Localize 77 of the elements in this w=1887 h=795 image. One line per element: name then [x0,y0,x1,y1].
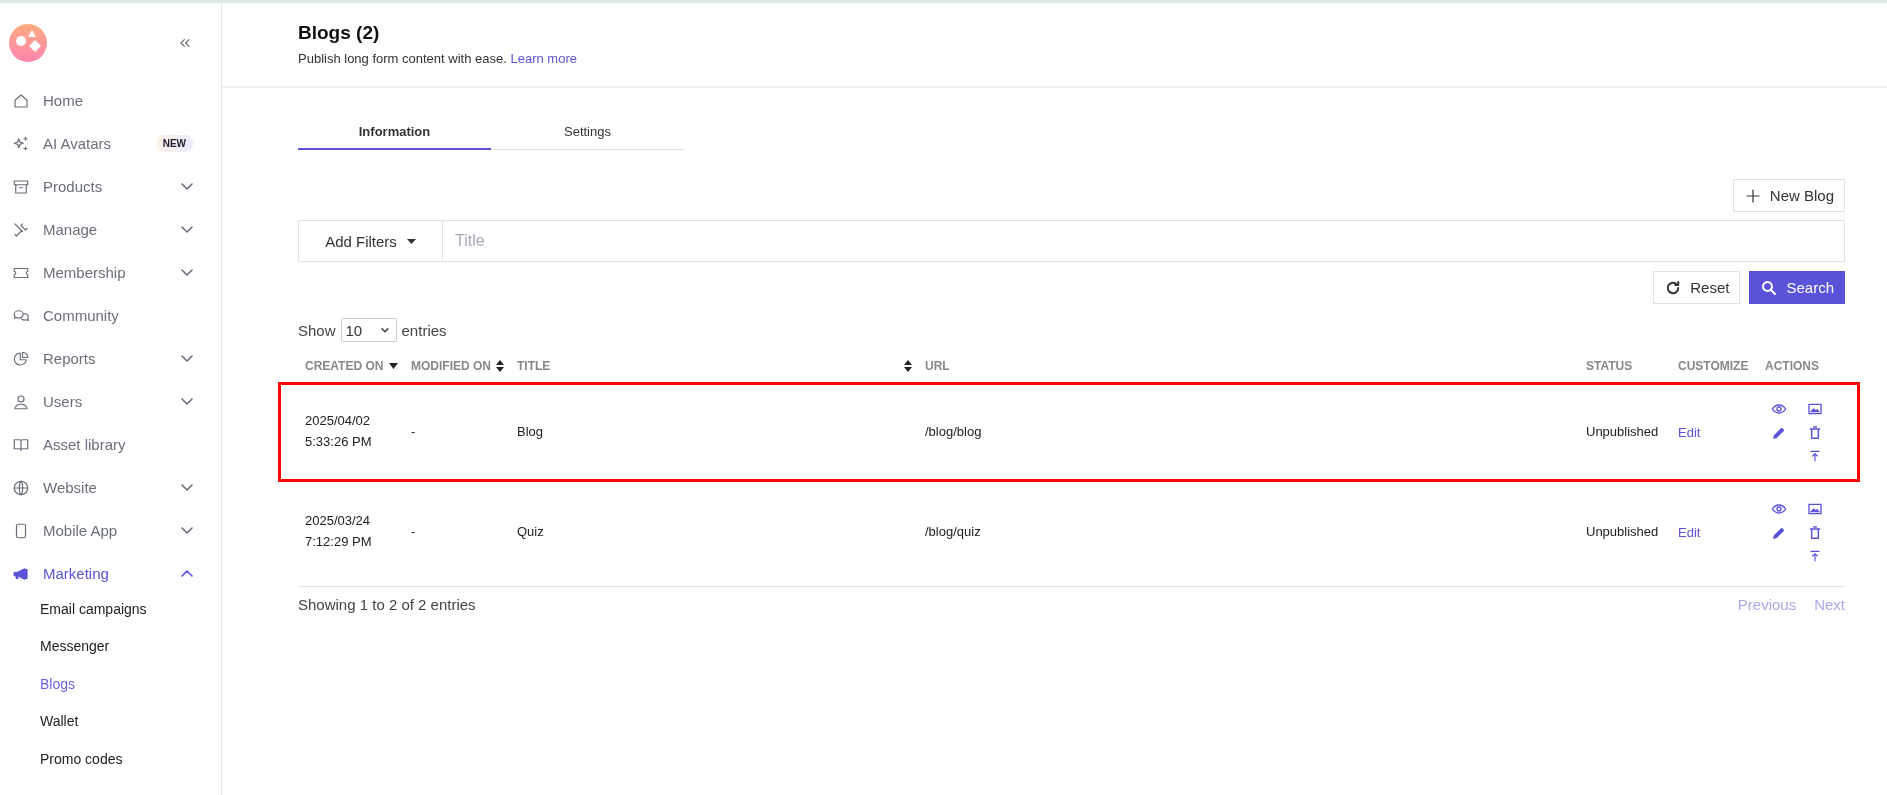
tab[interactable]: Information [298,114,491,150]
sidebar-item[interactable]: AI Avatars NEW [0,122,221,165]
column-header[interactable]: ACTIONS [1765,359,1819,373]
sidebar-subitem[interactable]: Promo codes [0,740,221,778]
page-subtitle: Publish long form content with ease. [298,51,507,66]
table-cell-text: /blog/quiz [924,522,982,541]
chevron-down-icon [181,484,193,491]
table-cell-text: Quiz [516,522,545,541]
sparkle-icon [12,134,30,153]
sort-icon[interactable] [496,360,504,372]
image-icon [1807,501,1823,517]
title-search-field[interactable]: Title [443,220,1845,262]
sort-descending-icon[interactable] [389,363,398,369]
upload-icon [1808,549,1822,563]
image-icon [1807,401,1823,417]
pencil-icon [1771,425,1787,441]
chevron-down-icon [181,355,193,362]
entries-label: entries [401,321,447,339]
edit-link[interactable]: Edit [1671,525,1701,540]
table-cell-text: 2025/03/24 7:12:29 PM [304,512,373,551]
column-header[interactable]: STATUS [1586,359,1633,373]
sidebar-subitem[interactable]: Messenger [0,627,221,665]
eye-icon [1771,501,1787,517]
sidebar-item[interactable]: Home [0,79,221,122]
show-label: Show [298,321,336,339]
chevron-down-icon [181,527,193,534]
sidebar-item[interactable]: Manage [0,208,221,251]
sidebar-item[interactable]: Mobile App [0,509,221,552]
table-cell-text: /blog/blog [924,422,983,441]
column-header[interactable]: TITLE [517,359,551,373]
trash-icon [1807,425,1823,441]
table-cell-text: - [410,422,417,441]
upload-icon [1808,449,1822,463]
sidebar-item[interactable]: Products [0,165,221,208]
column-header[interactable]: URL [925,359,950,373]
chevron-down-icon [181,398,193,405]
sidebar-item[interactable]: Asset library [0,423,221,466]
add-filters-button[interactable]: Add Filters [298,220,443,262]
page-title: Blogs (2) [298,22,381,44]
sidebar-item[interactable]: Community [0,294,221,337]
pie-chart-icon [12,349,30,368]
pencil-icon [1771,525,1787,541]
sidebar-item[interactable]: Users [0,380,221,423]
edit-link[interactable]: Edit [1671,425,1701,440]
chevron-down-icon [181,269,193,276]
search-button[interactable]: Search [1749,271,1845,304]
reset-button[interactable]: Reset [1653,271,1741,304]
learn-more-link[interactable]: Learn more [510,51,577,66]
globe-icon [12,478,30,497]
table-cell-text: Blog [516,422,545,441]
caret-icon [406,238,416,244]
page-size-select[interactable]: 10 [340,318,397,342]
sidebar-subitem[interactable]: Wallet [0,702,221,740]
eye-icon [1771,401,1787,417]
table-cell-text: Unpublished [1585,422,1660,441]
chevron-up-icon [181,570,193,577]
table-cell-text: - [410,522,417,541]
user-icon [12,392,30,411]
new-blog-button[interactable]: New Blog [1732,179,1845,212]
trash-icon [1807,525,1823,541]
column-header[interactable]: MODIFIED ON [411,359,491,373]
chevron-down-icon [181,226,193,233]
archive-icon [12,177,30,196]
table-cell-text: 2025/04/02 5:33:26 PM [304,412,373,451]
new-badge: NEW [155,135,193,152]
column-header[interactable]: CREATED ON [305,359,384,373]
entries-info: Showing 1 to 2 of 2 entries [298,595,476,613]
sort-icon[interactable] [904,360,912,372]
tab[interactable]: Settings [491,114,684,150]
sidebar-item[interactable]: Reports [0,337,221,380]
sidebar-item[interactable]: Membership [0,251,221,294]
table-cell-text: Unpublished [1585,522,1660,541]
column-header[interactable]: CUSTOMIZE [1678,359,1749,373]
search-icon [1760,278,1779,297]
sidebar-item[interactable]: Website [0,466,221,509]
sidebar-subitem[interactable]: Blogs [0,665,221,703]
chevron-down-icon [181,183,193,190]
